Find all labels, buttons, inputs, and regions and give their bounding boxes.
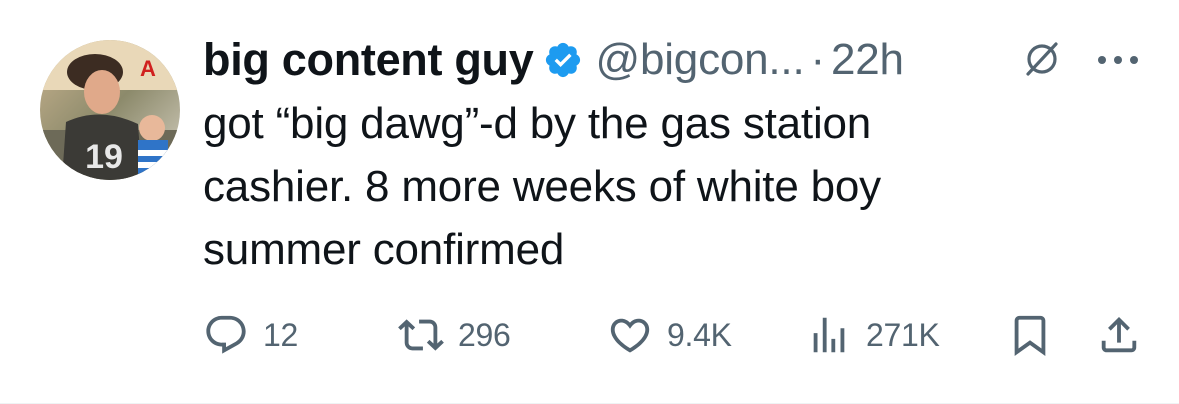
action-bar: 12 296 9.4K 271K: [0, 310, 1179, 360]
svg-text:A: A: [140, 56, 156, 81]
retweet-icon: [398, 319, 444, 351]
handle[interactable]: @bigcon...: [595, 35, 804, 85]
views-button[interactable]: 271K: [806, 310, 940, 360]
tweet-text-line: cashier. 8 more weeks of white boy: [203, 162, 881, 211]
display-name[interactable]: big content guy: [203, 34, 534, 86]
tweet-text: got “big dawg”-d by the gas station cash…: [203, 92, 1103, 281]
separator-dot: ·: [810, 35, 825, 84]
retweet-button[interactable]: 296: [398, 310, 511, 360]
grok-icon[interactable]: [1022, 39, 1062, 79]
reply-icon: [206, 315, 246, 354]
timestamp[interactable]: 22h: [831, 35, 904, 85]
tweet: 19 A big content guy @bigcon... · 22h go…: [0, 0, 1179, 404]
reply-button[interactable]: 12: [203, 310, 298, 360]
views-count: 271K: [866, 316, 940, 353]
like-button[interactable]: 9.4K: [607, 310, 732, 360]
like-count: 9.4K: [667, 316, 732, 353]
tweet-header: big content guy @bigcon... · 22h: [203, 30, 904, 90]
bookmark-button[interactable]: [1007, 310, 1053, 360]
more-horizontal-icon[interactable]: [1090, 50, 1146, 70]
tweet-text-line: got “big dawg”-d by the gas station: [203, 99, 872, 148]
share-icon: [1101, 316, 1137, 353]
verified-badge-icon[interactable]: [543, 40, 583, 80]
heart-icon: [610, 318, 650, 353]
retweet-count: 296: [458, 316, 511, 353]
bookmark-icon: [1014, 315, 1046, 356]
share-button[interactable]: [1096, 310, 1142, 360]
svg-text:19: 19: [85, 138, 123, 176]
avatar[interactable]: 19 A: [40, 40, 180, 180]
reply-count: 12: [263, 316, 298, 353]
views-icon: [813, 317, 845, 353]
tweet-text-line: summer confirmed: [203, 225, 565, 274]
